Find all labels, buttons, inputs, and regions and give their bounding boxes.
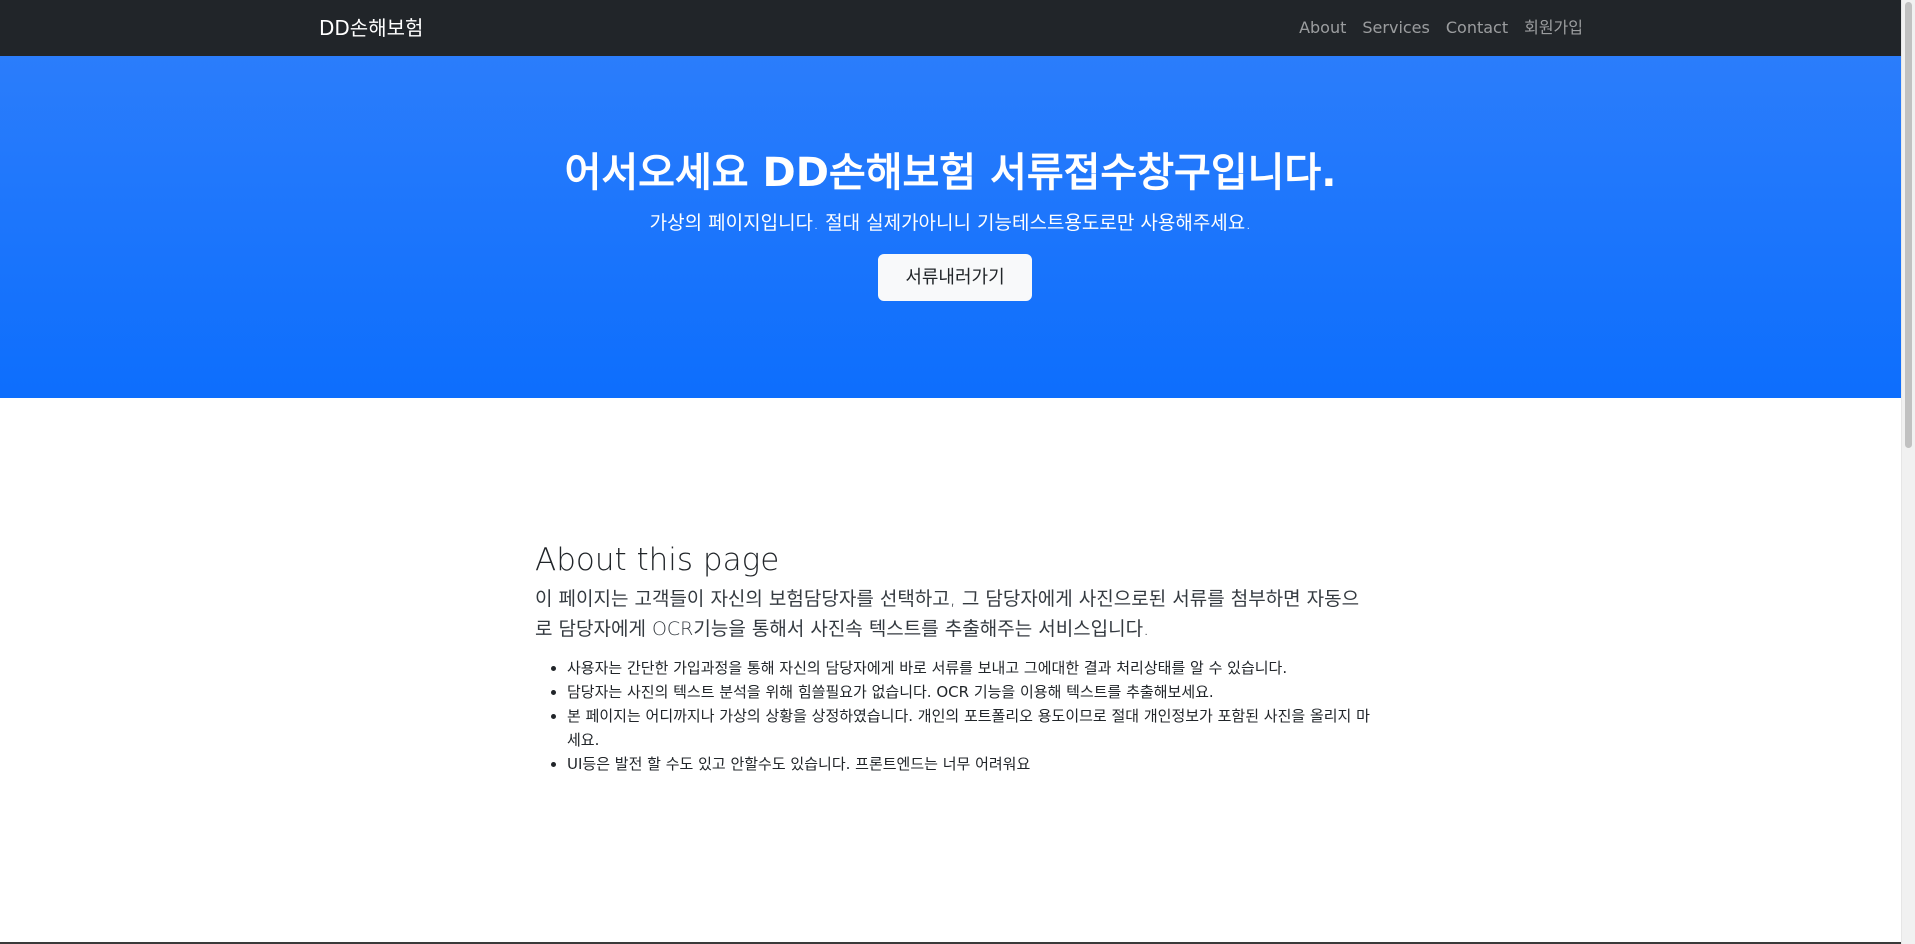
nav-link-services[interactable]: Services (1354, 16, 1437, 40)
page: DD손해보험 About Services Contact 회원가입 어서오세요… (0, 0, 1915, 944)
submit-documents-button[interactable]: 서류내러가기 (878, 254, 1032, 301)
nav-link-about[interactable]: About (1291, 16, 1354, 40)
about-lead: 이 페이지는 고객들이 자신의 보험담당자를 선택하고, 그 담당자에게 사진으… (535, 588, 1360, 640)
list-item: 담당자는 사진의 텍스트 분석을 위해 힘쓸필요가 없습니다. OCR 기능을 … (567, 680, 1377, 704)
nav-link-signup[interactable]: 회원가입 (1516, 16, 1583, 40)
list-item: 사용자는 간단한 가입과정을 통해 자신의 담당자에게 바로 서류를 보내고 그… (567, 656, 1377, 680)
hero-title: 어서오세요 DD손해보험 서류접수창구입니다. (564, 150, 1337, 196)
hero-banner: 어서오세요 DD손해보험 서류접수창구입니다. 가상의 페이지입니다. 절대 실… (0, 56, 1901, 398)
nav-link-contact[interactable]: Contact (1438, 16, 1516, 40)
about-section: About this page 이 페이지는 고객들이 자신의 보험담당자를 선… (535, 540, 1375, 776)
about-list: 사용자는 간단한 가입과정을 통해 자신의 담당자에게 바로 서류를 보내고 그… (535, 656, 1377, 776)
hero-subtitle: 가상의 페이지입니다. 절대 실제가아니니 기능테스트용도로만 사용해주세요. (649, 212, 1252, 234)
list-item: 본 페이지는 어디까지나 가상의 상황을 상정하였습니다. 개인의 포트폴리오 … (567, 704, 1377, 752)
vertical-scrollbar[interactable] (1901, 0, 1915, 944)
nav-links: About Services Contact 회원가입 (1291, 16, 1583, 40)
about-title: About this page (535, 542, 780, 578)
navbar: DD손해보험 About Services Contact 회원가입 (0, 0, 1901, 56)
scrollbar-thumb[interactable] (1905, 2, 1912, 448)
navbar-brand[interactable]: DD손해보험 (319, 14, 423, 42)
list-item: UI등은 발전 할 수도 있고 안할수도 있습니다. 프론트엔드는 너무 어려워… (567, 752, 1377, 776)
